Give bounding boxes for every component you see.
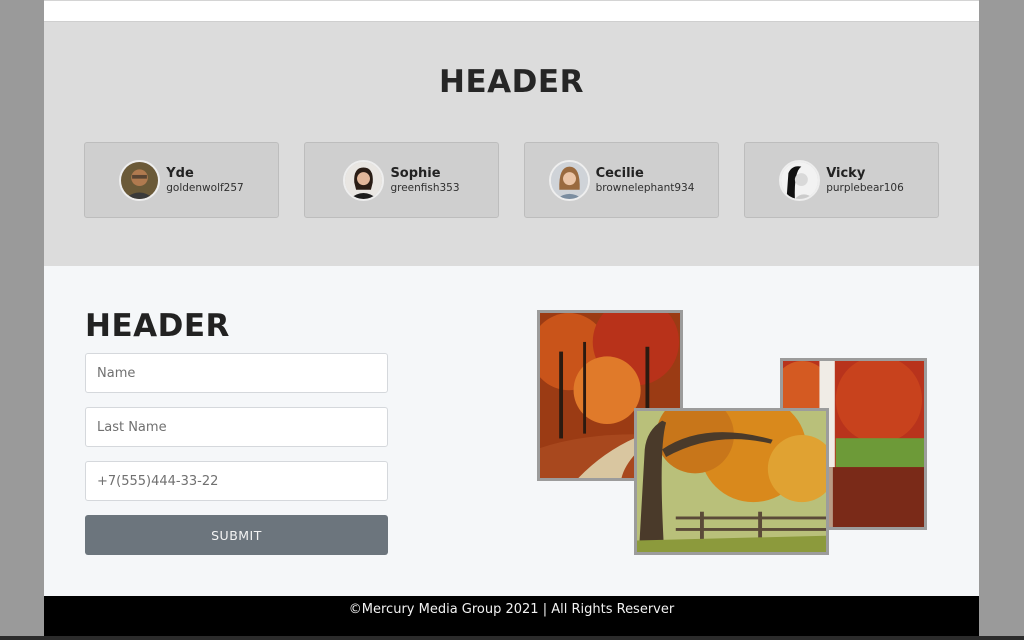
taskbar [0, 636, 1024, 640]
member-name: Cecilie [595, 165, 644, 181]
member-card-vicky[interactable]: Vicky purplebear106 [744, 142, 939, 218]
avatar [548, 159, 590, 201]
member-card-sophie[interactable]: Sophie greenfish353 [304, 142, 499, 218]
member-handle: goldenwolf257 [166, 181, 244, 194]
name-input[interactable]: Name [85, 353, 388, 393]
member-handle: greenfish353 [390, 181, 460, 194]
form-header: HEADER [85, 308, 230, 344]
member-card-cecilie[interactable]: Cecilie brownelephant934 [524, 142, 719, 218]
last-name-input[interactable]: Last Name [85, 407, 388, 447]
team-section: HEADER Yde goldenwolf257 Sophie greenfis… [44, 22, 979, 266]
top-navbar [44, 0, 979, 22]
phone-input[interactable]: +7(555)444-33-22 [85, 461, 388, 501]
avatar [343, 159, 385, 201]
avatar [119, 159, 161, 201]
member-name: Yde [166, 165, 194, 181]
submit-button[interactable]: SUBMIT [85, 515, 388, 555]
member-name: Sophie [390, 165, 441, 181]
contact-section: HEADER Name Last Name +7(555)444-33-22 S… [44, 266, 979, 596]
autumn-photo-2 [634, 408, 829, 555]
footer: ©Mercury Media Group 2021 | All Rights R… [44, 596, 979, 640]
avatar [779, 159, 821, 201]
copyright-text: ©Mercury Media Group 2021 | All Rights R… [348, 602, 675, 617]
member-handle: brownelephant934 [595, 181, 695, 194]
page: HEADER Yde goldenwolf257 Sophie greenfis… [44, 0, 979, 640]
member-card-yde[interactable]: Yde goldenwolf257 [84, 142, 279, 218]
member-handle: purplebear106 [826, 181, 904, 194]
member-name: Vicky [826, 165, 866, 181]
team-header: HEADER [439, 64, 584, 100]
